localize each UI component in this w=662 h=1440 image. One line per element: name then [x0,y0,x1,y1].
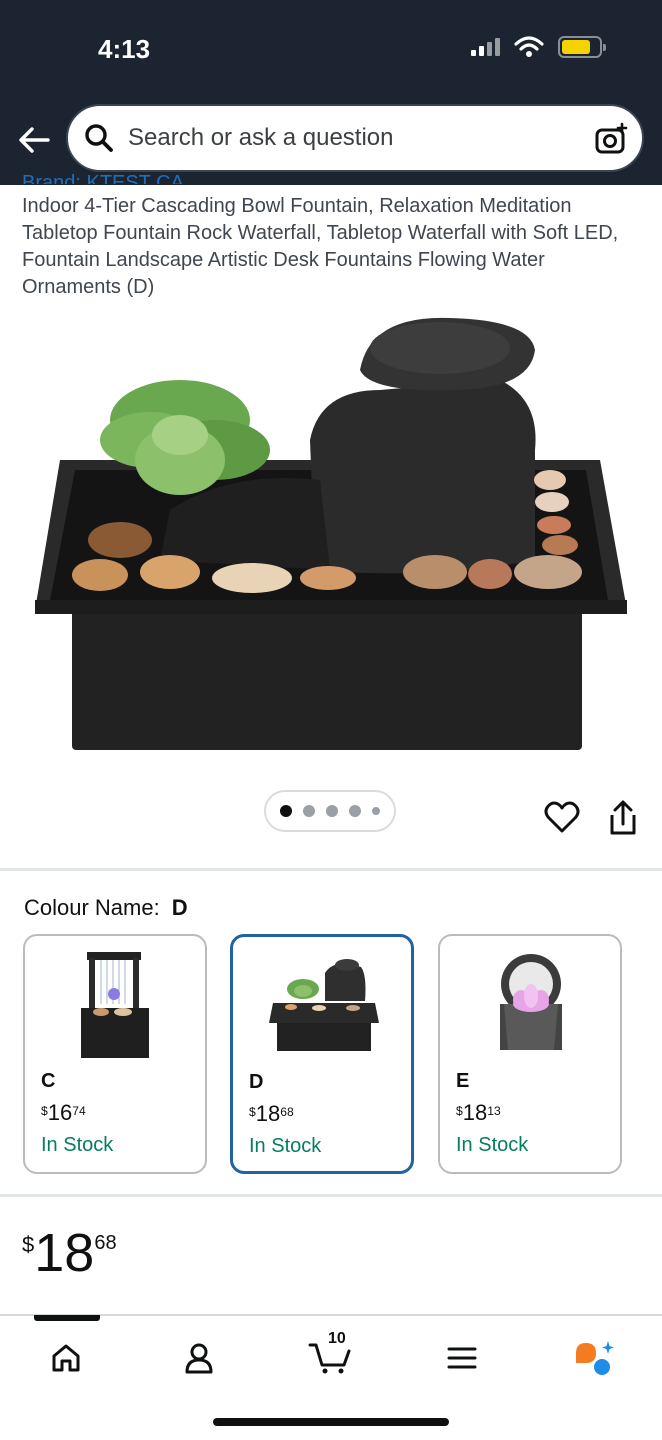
brand-link[interactable]: Brand: KTEST CA [22,172,184,184]
variant-currency: $ [41,1104,48,1118]
variant-thumbnail [269,959,379,1051]
pager-dot-5[interactable] [372,807,380,815]
nav-home[interactable] [42,1336,90,1380]
camera-search-icon[interactable] [594,122,628,156]
variant-cents: 68 [280,1105,294,1119]
account-icon [185,1343,213,1374]
section-divider [0,1194,662,1197]
status-time: 4:13 [98,34,151,64]
variant-stock-status: In Stock [456,1134,529,1156]
back-arrow-icon[interactable] [16,120,52,160]
colour-selected-value: D [171,895,188,920]
colour-label-text: Colour Name: [24,895,160,920]
pager-dot-3[interactable] [326,805,338,817]
nav-account[interactable] [175,1336,223,1380]
product-title: Indoor 4-Tier Cascading Bowl Fountain, R… [22,195,619,298]
image-pager[interactable] [264,790,396,832]
menu-icon [447,1347,477,1369]
wifi-icon [514,36,544,57]
product-price: $1868 [22,1222,117,1284]
section-divider [0,868,662,871]
home-indicator[interactable] [213,1418,449,1426]
top-header: 4:13 Search or ask a question [0,0,662,185]
price-currency: $ [22,1232,35,1257]
variant-dollars: 18 [255,1101,281,1126]
variant-name: C [41,1070,56,1092]
variant-stock-status: In Stock [41,1134,114,1156]
pager-dot-4[interactable] [349,805,361,817]
search-bar[interactable]: Search or ask a question [66,104,644,172]
pager-dot-1[interactable] [280,805,292,817]
cart-count-badge: 10 [328,1330,346,1347]
price-cents: 68 [94,1232,117,1254]
cellular-signal-icon [471,38,500,56]
price-dollars: 18 [34,1223,95,1283]
nav-rufus[interactable] [570,1336,618,1380]
home-icon [52,1344,80,1372]
active-tab-indicator [34,1315,100,1321]
variant-option-d[interactable]: D $1868 In Stock [230,934,414,1174]
variant-currency: $ [456,1104,463,1118]
nav-cart[interactable]: 10 [306,1330,354,1380]
variant-option-e[interactable]: E $1813 In Stock [438,934,622,1174]
variant-thumbnail [500,954,562,1050]
heart-icon[interactable] [544,800,580,834]
variant-stock-status: In Stock [249,1135,322,1157]
pager-dot-2[interactable] [303,805,315,817]
variant-price: $1868 [249,1101,294,1127]
variant-price: $1813 [456,1100,501,1126]
search-input[interactable]: Search or ask a question [128,124,394,152]
product-image[interactable] [30,310,630,760]
nav-menu[interactable] [438,1336,486,1380]
variant-name: E [456,1070,470,1092]
battery-icon [558,36,606,58]
variant-cents: 74 [72,1104,86,1118]
variant-cents: 13 [487,1104,501,1118]
variant-thumbnail [81,952,149,1058]
variant-dollars: 18 [462,1100,488,1125]
status-icons [471,36,606,58]
variant-price: $1674 [41,1100,86,1126]
variant-name: D [249,1071,264,1093]
variant-currency: $ [249,1105,256,1119]
search-icon [85,124,113,152]
colour-name-label: Colour Name: D [24,895,188,921]
rufus-icon [576,1341,614,1375]
share-icon[interactable] [606,800,640,836]
variant-option-c[interactable]: C $1674 In Stock [23,934,207,1174]
variant-dollars: 16 [47,1100,73,1125]
